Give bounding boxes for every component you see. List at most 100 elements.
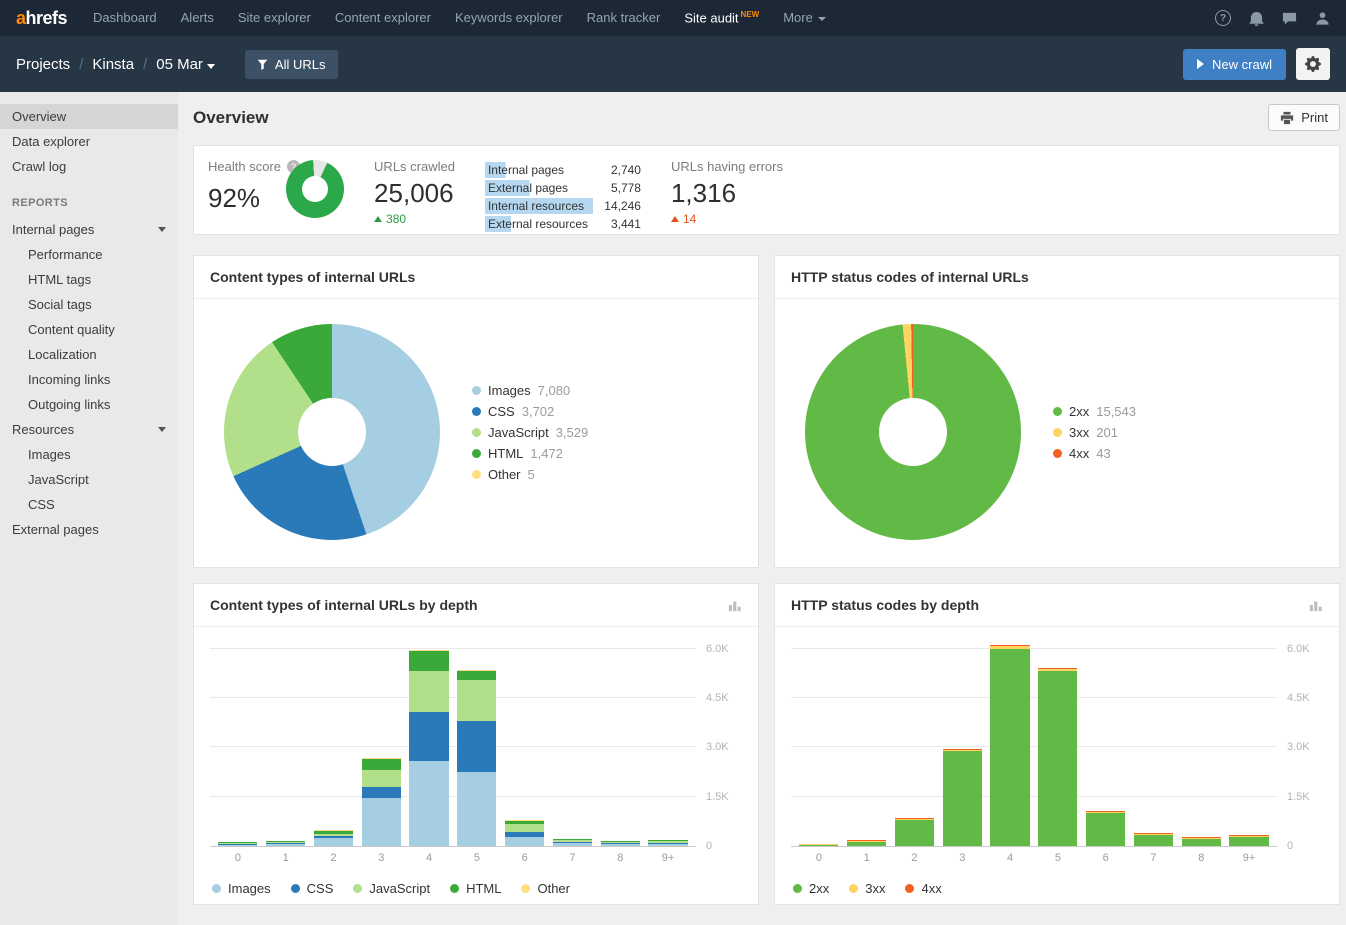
bar-segment-javascript <box>409 671 448 712</box>
sidebar-item-label: External pages <box>12 522 99 537</box>
bar-slot <box>644 840 692 846</box>
sidebar-item-performance[interactable]: Performance <box>0 242 178 267</box>
nav-item-more[interactable]: More <box>783 10 826 25</box>
new-crawl-button[interactable]: New crawl <box>1183 49 1286 80</box>
nav-item-dashboard[interactable]: Dashboard <box>93 10 157 25</box>
sidebar-item-data-explorer[interactable]: Data explorer <box>0 129 178 154</box>
sidebar-item-internal-pages[interactable]: Internal pages <box>0 217 178 242</box>
nav-item-content-explorer[interactable]: Content explorer <box>335 10 431 25</box>
y-tick-label: 3.0K <box>706 741 729 753</box>
legend-item-javascript[interactable]: JavaScript <box>353 878 430 899</box>
donut-hole <box>298 398 366 466</box>
mini-bar-chart-icon[interactable] <box>1309 598 1323 612</box>
bar-segment-images <box>457 772 496 846</box>
legend-item-html[interactable]: HTML1,472 <box>472 443 588 464</box>
sidebar-item-images[interactable]: Images <box>0 442 178 467</box>
sidebar-item-html-tags[interactable]: HTML tags <box>0 267 178 292</box>
nav-item-rank-tracker[interactable]: Rank tracker <box>587 10 661 25</box>
bar-chart: 01.5K3.0K4.5K6.0K0123456789+2xx3xx4xx <box>775 627 1339 899</box>
bar-slot <box>501 820 549 846</box>
legend-dot <box>212 884 221 893</box>
breadcrumb-05-mar[interactable]: 05 Mar <box>156 56 215 73</box>
sidebar-item-incoming-links[interactable]: Incoming links <box>0 367 178 392</box>
settings-gear-button[interactable] <box>1296 48 1330 80</box>
legend-item-other[interactable]: Other5 <box>472 464 588 485</box>
legend-item-2xx[interactable]: 2xx15,543 <box>1053 401 1136 422</box>
sidebar-item-javascript[interactable]: JavaScript <box>0 467 178 492</box>
breakdown-row: Internal pages2,740 <box>485 161 641 179</box>
bar-plot-row: 01.5K3.0K4.5K6.0K <box>791 637 1323 847</box>
stacked-bar-depth-9- <box>648 840 687 846</box>
breakdown-value: 5,778 <box>593 179 641 197</box>
legend-dot <box>1053 449 1062 458</box>
print-button[interactable]: Print <box>1268 104 1340 131</box>
sidebar-item-overview[interactable]: Overview <box>0 104 178 129</box>
filter-all-urls-button[interactable]: All URLs <box>245 50 338 79</box>
legend-item-images[interactable]: Images <box>212 878 271 899</box>
sidebar-item-localization[interactable]: Localization <box>0 342 178 367</box>
chart-title: Content types of internal URLs by depth <box>210 597 478 613</box>
sidebar-item-external-pages[interactable]: External pages <box>0 517 178 542</box>
bar-slot <box>453 670 501 846</box>
sidebar-item-outgoing-links[interactable]: Outgoing links <box>0 392 178 417</box>
legend-dot <box>450 884 459 893</box>
legend-item-javascript[interactable]: JavaScript3,529 <box>472 422 588 443</box>
legend-item-images[interactable]: Images7,080 <box>472 380 588 401</box>
legend-item-3xx[interactable]: 3xx <box>849 878 885 899</box>
sidebar-item-social-tags[interactable]: Social tags <box>0 292 178 317</box>
legend-item-4xx[interactable]: 4xx <box>905 878 941 899</box>
legend-item-2xx[interactable]: 2xx <box>793 878 829 899</box>
y-tick-label: 1.5K <box>1287 791 1310 803</box>
bar-slot <box>843 840 891 846</box>
legend-item-other[interactable]: Other <box>521 878 570 899</box>
bar-slot <box>795 844 843 846</box>
y-tick-label: 4.5K <box>706 692 729 704</box>
bar-segment-javascript <box>505 824 544 832</box>
ahrefs-logo[interactable]: ahrefs <box>16 8 67 29</box>
logo-rest: hrefs <box>26 8 68 28</box>
legend-item-html[interactable]: HTML <box>450 878 501 899</box>
top-nav: Dashboard Alerts Site explorer Content expl… <box>93 10 826 25</box>
notifications-bell-icon[interactable] <box>1249 11 1264 26</box>
chart-legend: 2xx 3xx 4xx <box>791 864 1323 899</box>
legend-item-css[interactable]: CSS3,702 <box>472 401 588 422</box>
nav-item-keywords-explorer[interactable]: Keywords explorer <box>455 10 563 25</box>
y-tick-label: 6.0K <box>706 643 729 655</box>
breadcrumb: Projects/Kinsta/05 Mar <box>16 56 215 73</box>
breadcrumb-kinsta[interactable]: Kinsta <box>92 56 134 73</box>
stacked-bar-depth-2 <box>895 818 934 846</box>
legend-value: 7,080 <box>538 383 571 398</box>
bar-segment-2xx <box>1182 839 1221 846</box>
up-triangle-icon <box>671 216 679 222</box>
sidebar-item-content-quality[interactable]: Content quality <box>0 317 178 342</box>
legend-item-4xx[interactable]: 4xx43 <box>1053 443 1136 464</box>
legend-dot <box>793 884 802 893</box>
stacked-bar-depth-3 <box>362 758 401 846</box>
legend-item-css[interactable]: CSS <box>291 878 334 899</box>
messages-icon[interactable] <box>1282 11 1297 26</box>
breakdown-value: 2,740 <box>593 161 641 179</box>
stacked-bar-depth-0 <box>799 844 838 846</box>
x-tick-label: 0 <box>214 852 262 864</box>
y-axis-spacer <box>1277 852 1323 864</box>
x-tick-label: 6 <box>1082 852 1130 864</box>
nav-item-site-audit[interactable]: Site auditNEW <box>684 10 759 25</box>
y-tick-label: 0 <box>1287 840 1293 852</box>
bar-segment-images <box>553 843 592 846</box>
breakdown-label-cell: Internal pages <box>485 161 593 179</box>
bar-slot <box>986 645 1034 846</box>
chart-legend: Images CSS JavaScript HTML Other <box>210 864 742 899</box>
sidebar-item-crawl-log[interactable]: Crawl log <box>0 154 178 179</box>
user-profile-icon[interactable] <box>1315 11 1330 26</box>
help-icon[interactable]: ? <box>1215 10 1231 26</box>
nav-item-site-explorer[interactable]: Site explorer <box>238 10 311 25</box>
legend-item-3xx[interactable]: 3xx201 <box>1053 422 1136 443</box>
bar-segment-2xx <box>990 649 1029 846</box>
mini-bar-chart-icon[interactable] <box>728 598 742 612</box>
breadcrumb-projects[interactable]: Projects <box>16 56 70 73</box>
nav-item-alerts[interactable]: Alerts <box>181 10 214 25</box>
breakdown-value: 14,246 <box>593 197 641 215</box>
legend-label: HTML <box>466 881 501 896</box>
sidebar-item-css[interactable]: CSS <box>0 492 178 517</box>
sidebar-item-resources[interactable]: Resources <box>0 417 178 442</box>
